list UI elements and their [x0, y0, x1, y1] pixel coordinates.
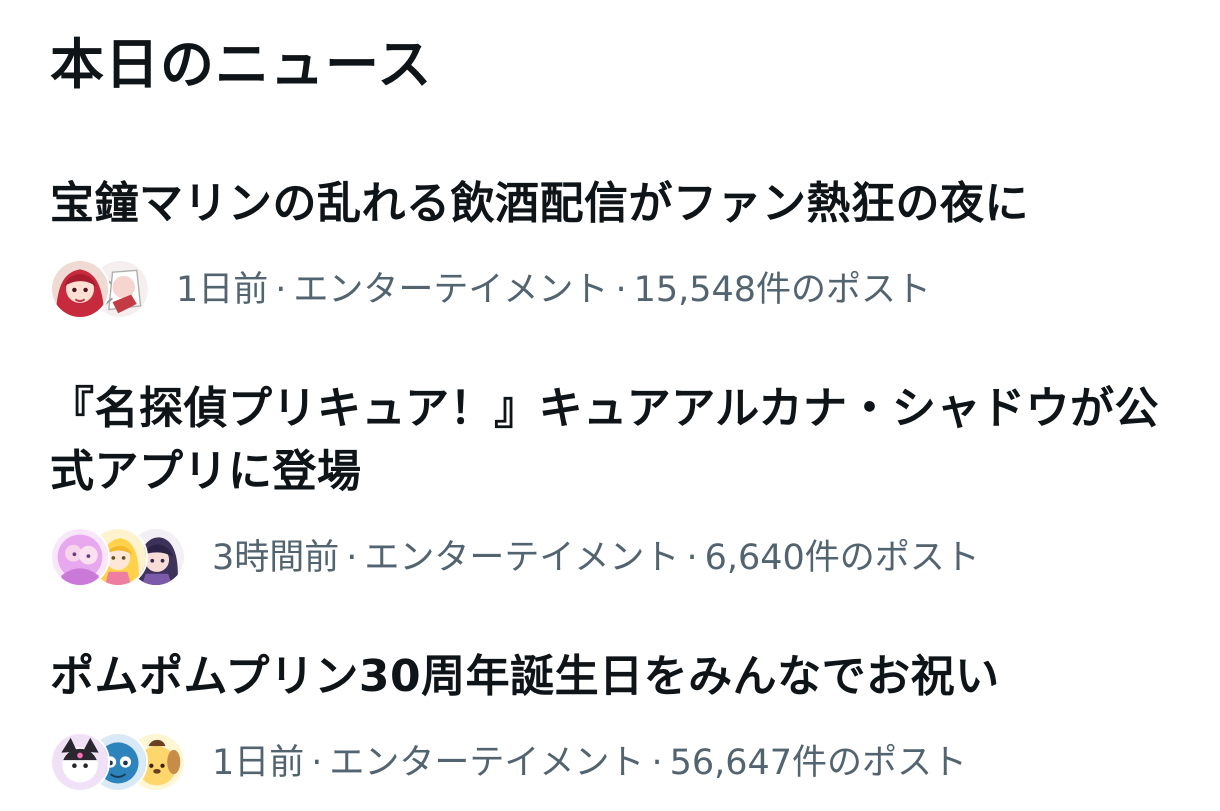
avatar-stack: [50, 527, 186, 589]
meta-separator: ·: [275, 270, 287, 310]
news-meta-row: 3時間前 · エンターテイメント · 6,640件のポスト: [50, 525, 1170, 591]
news-time: 1日前: [176, 270, 269, 310]
news-meta-row: 1日前 · エンターテイメント · 56,647件のポスト: [50, 730, 1170, 796]
news-headline[interactable]: 宝鐘マリンの乱れる飲酒配信がファン熱狂の夜に: [50, 172, 1170, 235]
avatar: [50, 527, 110, 587]
news-category: エンターテイメント: [329, 743, 645, 783]
news-post-count: 56,647件のポスト: [669, 743, 968, 783]
avatar: [50, 732, 110, 792]
kuromi-avatar-icon: [52, 734, 108, 790]
news-list: 宝鐘マリンの乱れる飲酒配信がファン熱狂の夜に 1日前 · エンターテイメント ·…: [50, 172, 1220, 796]
meta-separator: ·: [346, 538, 358, 578]
avatar-stack: [50, 732, 186, 794]
news-headline[interactable]: ポムポムプリン30周年誕生日をみんなでお祝い: [50, 645, 1170, 708]
meta-separator: ·: [615, 270, 627, 310]
news-meta: 3時間前 · エンターテイメント · 6,640件のポスト: [212, 536, 980, 580]
section-title: 本日のニュース: [50, 33, 433, 96]
meta-separator: ·: [686, 538, 698, 578]
news-category: エンターテイメント: [364, 538, 680, 578]
news-category: エンターテイメント: [293, 270, 609, 310]
todays-news-panel: 本日のニュース 宝鐘マリンの乱れる飲酒配信がファン熱狂の夜に 1日前 · エンタ…: [0, 0, 1220, 811]
news-post-count: 6,640件のポスト: [704, 538, 980, 578]
news-headline[interactable]: 『名探偵プリキュア！』キュアアルカナ・シャドウが公式アプリに登場: [50, 377, 1170, 503]
news-item[interactable]: 『名探偵プリキュア！』キュアアルカナ・シャドウが公式アプリに登場 3時間前 · …: [50, 377, 1170, 591]
news-time: 3時間前: [212, 538, 340, 578]
avatar-stack: [50, 259, 150, 321]
pink-character-avatar-icon: [52, 529, 108, 585]
news-time: 1日前: [212, 743, 305, 783]
news-meta-row: 1日前 · エンターテイメント · 15,548件のポスト: [50, 257, 1170, 323]
meta-separator: ·: [651, 743, 663, 783]
news-post-count: 15,548件のポスト: [633, 270, 932, 310]
red-haired-character-avatar-icon: [52, 261, 108, 317]
news-item[interactable]: 宝鐘マリンの乱れる飲酒配信がファン熱狂の夜に 1日前 · エンターテイメント ·…: [50, 172, 1170, 323]
news-meta: 1日前 · エンターテイメント · 56,647件のポスト: [212, 741, 967, 785]
news-item[interactable]: ポムポムプリン30周年誕生日をみんなでお祝い 1日前 · エンターテイメント ·…: [50, 645, 1170, 796]
meta-separator: ·: [311, 743, 323, 783]
avatar: [50, 259, 110, 319]
news-meta: 1日前 · エンターテイメント · 15,548件のポスト: [176, 268, 931, 312]
